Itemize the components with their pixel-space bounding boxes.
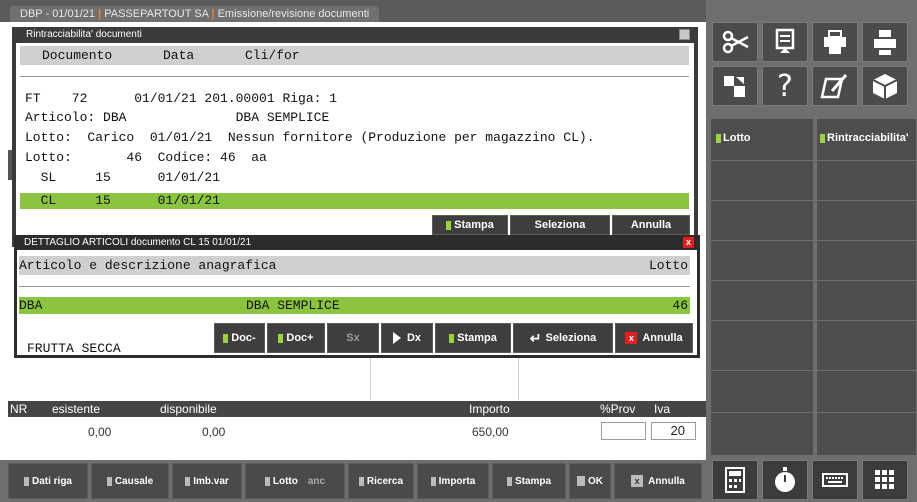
extra-text: FRUTTA SECCA (27, 341, 121, 356)
list-header: Articolo e descrizione anagrafica Lotto (19, 256, 690, 275)
list-item[interactable]: Articolo: DBA DBA SEMPLICE (25, 110, 329, 125)
annulla-button[interactable]: Annulla (612, 215, 690, 235)
list-item[interactable]: Lotto: Carico 01/01/21 Nessun fornitore … (25, 130, 595, 145)
doc-next-button[interactable]: Doc+ (267, 323, 325, 353)
imb-var-button[interactable]: Imb.var (172, 463, 242, 499)
dati-riga-button[interactable]: Dati riga (8, 463, 88, 499)
transfer-icon[interactable] (712, 66, 758, 106)
selected-row[interactable]: CL 15 01/01/21 (20, 193, 689, 209)
close-icon: x (631, 475, 644, 487)
causale-button[interactable]: Causale (91, 463, 169, 499)
right-toolbar: ? Lotto Rintracciabilita' (706, 0, 917, 502)
close-icon[interactable] (679, 29, 690, 40)
calculator-icon[interactable] (712, 460, 758, 500)
sx-button[interactable]: Sx (327, 323, 379, 353)
col-clifor: Cli/for (245, 48, 300, 63)
module-title: Emissione/revisione documenti (217, 8, 370, 20)
ricerca-button[interactable]: Ricerca (348, 463, 414, 499)
enter-icon: ↵ (529, 329, 542, 346)
keyboard-icon[interactable] (812, 460, 858, 500)
stopwatch-icon[interactable] (762, 460, 808, 500)
col-articolo: Articolo e descrizione anagrafica (19, 258, 277, 273)
importa-button[interactable]: Importa (417, 463, 489, 499)
window-title: Rintracciabilita' documenti (12, 27, 698, 43)
selected-row[interactable]: DBA DBA SEMPLICE 46 (19, 297, 690, 314)
title-tab: DBP - 01/01/21 | PASSEPARTOUT SA | Emiss… (10, 6, 380, 22)
list-header: Documento Data Cli/for (20, 46, 689, 65)
list-item[interactable]: Lotto: 46 Codice: 46 aa (25, 150, 267, 165)
annulla-button[interactable]: x Annulla (615, 323, 693, 353)
cube-icon[interactable] (862, 66, 908, 106)
title-separator-2: | (211, 8, 215, 20)
list-item[interactable]: FT 72 01/01/21 201.00001 Riga: 1 (25, 91, 337, 106)
list-item[interactable]: SL 15 01/01/21 (25, 170, 220, 185)
rintracciabilita-window: Rintracciabilita' documenti Documento Da… (12, 27, 698, 247)
scissors-icon[interactable] (712, 22, 758, 62)
title-separator: | (98, 8, 102, 20)
prov-input[interactable] (601, 422, 646, 440)
col-data: Data (163, 48, 195, 63)
dettaglio-articoli-window: DETTAGLIO ARTICOLI documento CL 15 01/01… (14, 235, 700, 358)
lotto-column (710, 118, 814, 456)
col-documento: Documento (42, 48, 113, 63)
stampa-button[interactable]: Stampa (435, 323, 511, 353)
edit-icon[interactable] (812, 66, 858, 106)
annulla-bottom-button[interactable]: x Annulla (614, 463, 702, 499)
close-icon: x (625, 332, 638, 344)
totals-header: NR esistente disponibile Importo %Prov I… (8, 401, 706, 417)
rintracciabilita-header[interactable]: Rintracciabilita' (820, 132, 908, 144)
printer-fold-icon[interactable] (812, 22, 858, 62)
keypad-icon[interactable] (862, 460, 908, 500)
dx-button[interactable]: Dx (381, 323, 433, 353)
window-title: DETTAGLIO ARTICOLI documento CL 15 01/01… (14, 235, 700, 250)
printer-icon[interactable] (862, 22, 908, 62)
close-icon[interactable]: x (683, 237, 694, 248)
seleziona-button[interactable]: ↵ Seleziona (513, 323, 613, 353)
help-icon[interactable]: ? (762, 66, 808, 106)
document-icon[interactable] (762, 22, 808, 62)
esistente-value: 0,00 (88, 425, 112, 439)
iva-input[interactable]: 20 (651, 422, 696, 440)
disponibile-value: 0,00 (202, 425, 226, 439)
lotto-header[interactable]: Lotto (716, 132, 750, 144)
ok-button[interactable]: OK (569, 463, 611, 499)
rintracciabilita-column (816, 118, 917, 456)
company-name: PASSEPARTOUT SA (104, 8, 209, 20)
lotto-button[interactable]: Lotto anc (245, 463, 345, 499)
doc-prev-button[interactable]: Doc- (214, 323, 265, 353)
stampa-bottom-button[interactable]: Stampa (492, 463, 566, 499)
play-icon (392, 332, 401, 344)
seleziona-button[interactable]: Seleziona (510, 215, 610, 235)
importo-value: 650,00 (472, 425, 509, 439)
col-lotto: Lotto (648, 258, 688, 273)
app-title: DBP - 01/01/21 (20, 8, 96, 20)
stampa-button[interactable]: Stampa (432, 215, 508, 235)
title-bar: DBP - 01/01/21 | PASSEPARTOUT SA | Emiss… (0, 0, 706, 22)
